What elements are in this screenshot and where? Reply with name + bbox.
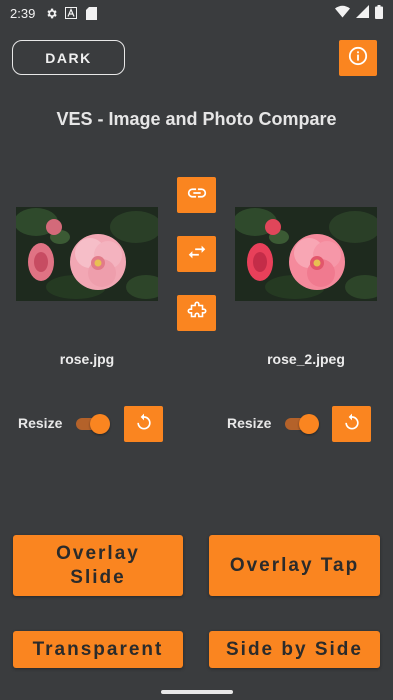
- puzzle-icon: [186, 300, 208, 327]
- left-filename: rose.jpg: [59, 351, 115, 367]
- home-indicator[interactable]: [161, 690, 233, 694]
- overlay-tap-button[interactable]: Overlay Tap: [209, 535, 380, 596]
- overlay-slide-button[interactable]: Overlay Slide: [13, 535, 183, 596]
- left-resize-toggle[interactable]: [74, 414, 110, 434]
- wifi-icon: [335, 5, 350, 21]
- status-bar: 2:39: [0, 0, 393, 26]
- side-by-side-button[interactable]: Side by Side: [209, 631, 380, 668]
- right-filename: rose_2.jpeg: [267, 351, 345, 367]
- right-image[interactable]: [235, 207, 377, 301]
- extension-button[interactable]: [177, 295, 216, 331]
- transparent-button[interactable]: Transparent: [13, 631, 183, 668]
- reset-icon: [134, 412, 154, 437]
- right-resize-label: Resize: [227, 415, 272, 431]
- sd-card-icon: [83, 5, 99, 21]
- right-reset-button[interactable]: [332, 406, 371, 442]
- font-icon: [63, 5, 79, 21]
- link-button[interactable]: [177, 177, 216, 213]
- overlay-slide-label: Overlay Slide: [56, 542, 140, 588]
- settings-icon: [43, 5, 59, 21]
- transparent-label: Transparent: [32, 638, 164, 660]
- left-resize-label: Resize: [18, 415, 63, 431]
- signal-icon: [356, 5, 369, 21]
- app-title: VES - Image and Photo Compare: [56, 109, 337, 129]
- swap-button[interactable]: [177, 236, 216, 272]
- theme-toggle-button[interactable]: DARK: [12, 40, 125, 75]
- left-image[interactable]: [16, 207, 158, 301]
- right-resize-toggle[interactable]: [283, 414, 319, 434]
- swap-icon: [186, 241, 208, 268]
- status-time: 2:39: [10, 5, 36, 21]
- side-by-side-label: Side by Side: [226, 638, 363, 660]
- reset-icon: [342, 412, 362, 437]
- info-icon: [348, 46, 368, 71]
- left-reset-button[interactable]: [124, 406, 163, 442]
- link-icon: [186, 182, 208, 209]
- overlay-tap-label: Overlay Tap: [229, 554, 360, 576]
- battery-icon: [375, 4, 383, 22]
- info-button[interactable]: [339, 40, 377, 76]
